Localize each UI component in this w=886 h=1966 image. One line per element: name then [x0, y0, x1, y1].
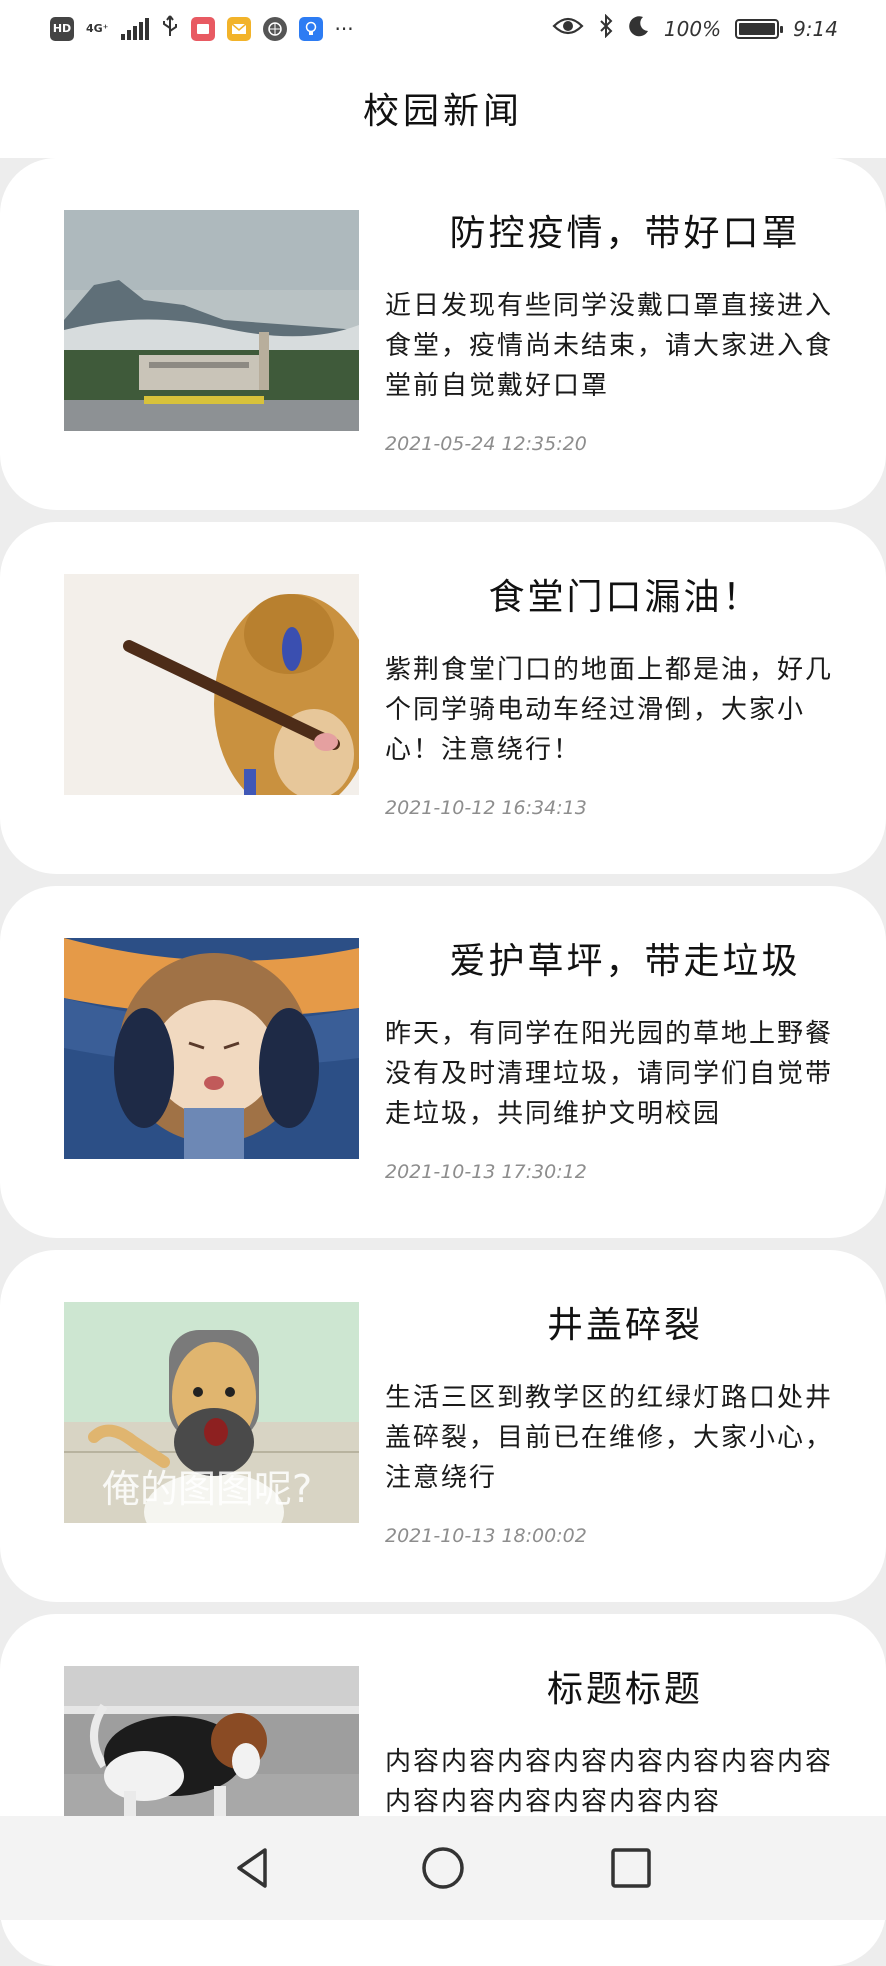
- hd-icon: HD: [50, 16, 74, 41]
- network-type: 4G⁺: [86, 21, 109, 35]
- news-image-dog-brush[interactable]: [64, 574, 359, 795]
- usb-icon: [161, 14, 179, 43]
- status-left: HD 4G⁺ ···: [50, 14, 354, 43]
- news-title: 爱护草坪，带走垃圾: [449, 941, 801, 982]
- news-body: 近日发现有些同学没戴口罩直接进入食堂，疫情尚未结束，请大家进入食堂前自觉戴好口罩: [385, 291, 834, 401]
- more-notifications: ···: [334, 16, 354, 41]
- moon-icon: [628, 15, 650, 42]
- sphere-app-icon: [262, 16, 287, 41]
- battery-icon: [735, 18, 784, 39]
- news-title: 井盖碎裂: [546, 1305, 703, 1346]
- page-title: 校园新闻: [362, 91, 523, 132]
- news-card[interactable]: 食堂门口漏油！ 紫荆食堂门口的地面上都是油，好几个同学骑电动车经过滑倒，大家小心…: [0, 522, 886, 874]
- news-body: 紫荆食堂门口的地面上都是油，好几个同学骑电动车经过滑倒，大家小心！注意绕行！: [385, 655, 834, 765]
- home-icon[interactable]: [419, 1844, 467, 1892]
- image-caption: 俺的图图呢?: [102, 1467, 312, 1511]
- news-time: 2021-10-13 17:30:12: [385, 1161, 587, 1183]
- news-card[interactable]: 防控疫情，带好口罩 近日发现有些同学没戴口罩直接进入食堂，疫情尚未结束，请大家进…: [0, 158, 886, 510]
- news-image-cartoon-man[interactable]: 俺的图图呢?: [64, 1302, 359, 1523]
- app-header: 校园新闻: [0, 58, 886, 158]
- eye-icon: [552, 15, 584, 42]
- status-right: 100% 9:14: [552, 13, 838, 43]
- news-card[interactable]: 爱护草坪，带走垃圾 昨天，有同学在阳光园的草地上野餐没有及时清理垃圾，请同学们自…: [0, 886, 886, 1238]
- news-image-anime-scream[interactable]: [64, 938, 359, 1159]
- news-time: 2021-10-13 18:00:02: [385, 1525, 587, 1547]
- news-body: 内容内容内容内容内容内容内容内容内容内容内容内容内容内容: [385, 1747, 834, 1817]
- news-title: 食堂门口漏油！: [488, 577, 762, 618]
- news-time: 2021-05-24 12:35:20: [385, 433, 587, 455]
- status-bar: HD 4G⁺ ··· 100% 9:14: [0, 0, 886, 58]
- mail-app-icon: [226, 16, 251, 41]
- battery-percent: 100%: [663, 16, 722, 41]
- news-title: 标题标题: [546, 1669, 703, 1710]
- news-card[interactable]: 俺的图图呢? 井盖碎裂 生活三区到教学区的红绿灯路口处井盖碎裂，目前已在维修，大…: [0, 1250, 886, 1602]
- news-title: 防控疫情，带好口罩: [449, 213, 801, 254]
- system-nav-bar: [0, 1816, 886, 1920]
- news-image-campus[interactable]: [64, 210, 359, 431]
- book-app-icon: [190, 16, 215, 41]
- news-body: 生活三区到教学区的红绿灯路口处井盖碎裂，目前已在维修，大家小心，注意绕行: [385, 1383, 834, 1493]
- recents-icon[interactable]: [607, 1844, 655, 1892]
- news-body: 昨天，有同学在阳光园的草地上野餐没有及时清理垃圾，请同学们自觉带走垃圾，共同维护…: [385, 1019, 834, 1129]
- signal-icon: [120, 17, 149, 40]
- clock: 9:14: [793, 16, 838, 41]
- back-icon[interactable]: [229, 1844, 277, 1892]
- bluetooth-icon: [598, 13, 614, 43]
- news-time: 2021-10-12 16:34:13: [385, 797, 587, 819]
- bulb-app-icon: [298, 16, 323, 41]
